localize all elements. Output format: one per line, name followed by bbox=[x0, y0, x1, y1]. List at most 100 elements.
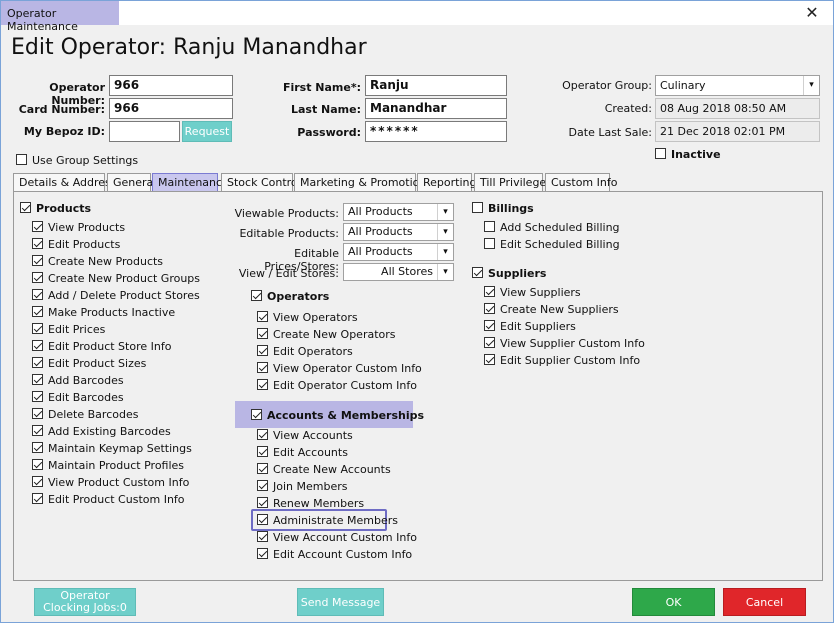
perm-edit-suppliers[interactable]: Edit Suppliers bbox=[484, 320, 576, 333]
operator-group-label: Operator Group: bbox=[562, 79, 652, 92]
first-name-field[interactable]: Ranju bbox=[365, 75, 507, 96]
perm-edit-operator-custom-info[interactable]: Edit Operator Custom Info bbox=[257, 379, 417, 392]
editable-products-select[interactable]: All Products ▾ bbox=[343, 223, 454, 241]
checkbox-checked-icon bbox=[20, 202, 31, 213]
perm-label: Create New Product Groups bbox=[48, 272, 201, 285]
tab-general[interactable]: General bbox=[107, 173, 156, 191]
viewable-products-select[interactable]: All Products ▾ bbox=[343, 203, 454, 221]
checkbox-checked-icon bbox=[257, 328, 268, 339]
perm-create-new-product-groups[interactable]: Create New Product Groups bbox=[32, 272, 200, 285]
perm-delete-barcodes[interactable]: Delete Barcodes bbox=[32, 408, 138, 421]
chevron-down-icon: ▾ bbox=[437, 224, 453, 240]
accounts-checkbox[interactable]: Accounts & Memberships bbox=[251, 409, 424, 422]
suppliers-checkbox[interactable]: Suppliers bbox=[472, 267, 546, 280]
perm-maintain-keymap-settings[interactable]: Maintain Keymap Settings bbox=[32, 442, 192, 455]
perm-label: Edit Product Sizes bbox=[48, 357, 147, 370]
operator-clocking-button[interactable]: Operator Clocking Jobs:0 bbox=[34, 588, 136, 616]
perm-label: Create New Operators bbox=[273, 328, 396, 341]
operator-number-field[interactable]: 966 bbox=[109, 75, 233, 96]
perm-view-operator-custom-info[interactable]: View Operator Custom Info bbox=[257, 362, 422, 375]
perm-edit-accounts[interactable]: Edit Accounts bbox=[257, 446, 348, 459]
checkbox-checked-icon bbox=[257, 362, 268, 373]
cancel-button[interactable]: Cancel bbox=[723, 588, 806, 616]
perm-view-suppliers[interactable]: View Suppliers bbox=[484, 286, 581, 299]
perm-label: Edit Product Store Info bbox=[48, 340, 172, 353]
created-value: 08 Aug 2018 08:50 AM bbox=[655, 98, 820, 119]
perm-edit-operators[interactable]: Edit Operators bbox=[257, 345, 353, 358]
tab-marketing-promotions[interactable]: Marketing & Promotions bbox=[294, 173, 432, 191]
operators-title: Operators bbox=[267, 290, 330, 303]
perm-label: Edit Prices bbox=[48, 323, 106, 336]
billings-checkbox[interactable]: Billings bbox=[472, 202, 534, 215]
send-message-button[interactable]: Send Message bbox=[297, 588, 384, 616]
tab-maintenance[interactable]: Maintenance bbox=[152, 173, 229, 192]
perm-edit-supplier-custom-info[interactable]: Edit Supplier Custom Info bbox=[484, 354, 640, 367]
perm-edit-barcodes[interactable]: Edit Barcodes bbox=[32, 391, 124, 404]
perm-label: Create New Products bbox=[48, 255, 164, 268]
perm-add-existing-barcodes[interactable]: Add Existing Barcodes bbox=[32, 425, 171, 438]
checkbox-checked-icon bbox=[32, 238, 43, 249]
checkbox-icon bbox=[484, 238, 495, 249]
card-number-field[interactable]: 966 bbox=[109, 98, 233, 119]
checkbox-checked-icon bbox=[32, 374, 43, 385]
ok-button[interactable]: OK bbox=[632, 588, 715, 616]
perm-create-new-operators[interactable]: Create New Operators bbox=[257, 328, 396, 341]
perm-label: View Product Custom Info bbox=[48, 476, 190, 489]
perm-view-operators[interactable]: View Operators bbox=[257, 311, 358, 324]
products-checkbox[interactable]: Products bbox=[20, 202, 91, 215]
perm-label: Maintain Product Profiles bbox=[48, 459, 185, 472]
last-name-field[interactable]: Manandhar bbox=[365, 98, 507, 119]
perm-label: View Operator Custom Info bbox=[273, 362, 422, 375]
perm-view-products[interactable]: View Products bbox=[32, 221, 125, 234]
checkbox-checked-icon bbox=[32, 459, 43, 470]
perm-edit-scheduled-billing[interactable]: Edit Scheduled Billing bbox=[484, 238, 620, 251]
password-field[interactable]: ****** bbox=[365, 121, 507, 142]
close-icon[interactable]: ✕ bbox=[801, 2, 823, 24]
perm-edit-product-store-info[interactable]: Edit Product Store Info bbox=[32, 340, 171, 353]
chevron-down-icon: ▾ bbox=[437, 264, 453, 280]
tab-details-address[interactable]: Details & Address bbox=[13, 173, 117, 191]
tab-till-privileges[interactable]: Till Privileges bbox=[474, 173, 552, 191]
bepoz-id-field[interactable] bbox=[109, 121, 180, 142]
checkbox-checked-icon bbox=[32, 442, 43, 453]
request-button[interactable]: Request bbox=[182, 121, 232, 142]
perm-edit-prices[interactable]: Edit Prices bbox=[32, 323, 105, 336]
perm-make-products-inactive[interactable]: Make Products Inactive bbox=[32, 306, 175, 319]
perm-join-members[interactable]: Join Members bbox=[257, 480, 347, 493]
use-group-settings-checkbox[interactable]: Use Group Settings bbox=[16, 154, 138, 167]
tab-custom-info[interactable]: Custom Info bbox=[545, 173, 617, 191]
perm-label: Edit Accounts bbox=[273, 446, 348, 459]
perm-view-accounts[interactable]: View Accounts bbox=[257, 429, 353, 442]
perm-label: Add / Delete Product Stores bbox=[48, 289, 200, 302]
tab-stock-control[interactable]: Stock Control bbox=[221, 173, 301, 191]
checkbox-checked-icon bbox=[257, 379, 268, 390]
inactive-checkbox[interactable]: Inactive bbox=[655, 148, 721, 161]
view-edit-stores-select[interactable]: All Stores ▾ bbox=[343, 263, 454, 281]
suppliers-title: Suppliers bbox=[488, 267, 547, 280]
perm-label: Edit Suppliers bbox=[500, 320, 576, 333]
perm-add-barcodes[interactable]: Add Barcodes bbox=[32, 374, 124, 387]
checkbox-checked-icon bbox=[32, 289, 43, 300]
perm-maintain-product-profiles[interactable]: Maintain Product Profiles bbox=[32, 459, 184, 472]
perm-add-scheduled-billing[interactable]: Add Scheduled Billing bbox=[484, 221, 620, 234]
perm-create-new-accounts[interactable]: Create New Accounts bbox=[257, 463, 391, 476]
perm-administrate-members[interactable]: Administrate Members bbox=[257, 514, 398, 527]
tab-reporting[interactable]: Reporting bbox=[417, 173, 476, 191]
checkbox-checked-icon bbox=[484, 337, 495, 348]
perm-edit-product-custom-info[interactable]: Edit Product Custom Info bbox=[32, 493, 185, 506]
perm-create-new-suppliers[interactable]: Create New Suppliers bbox=[484, 303, 619, 316]
operator-group-select[interactable]: Culinary ▾ bbox=[655, 75, 820, 96]
perm-edit-products[interactable]: Edit Products bbox=[32, 238, 120, 251]
last-name-label: Last Name: bbox=[290, 103, 361, 116]
operators-checkbox[interactable]: Operators bbox=[251, 290, 329, 303]
perm-view-account-custom-info[interactable]: View Account Custom Info bbox=[257, 531, 417, 544]
perm-edit-account-custom-info[interactable]: Edit Account Custom Info bbox=[257, 548, 412, 561]
perm-edit-product-sizes[interactable]: Edit Product Sizes bbox=[32, 357, 146, 370]
perm-view-product-custom-info[interactable]: View Product Custom Info bbox=[32, 476, 189, 489]
perm-view-supplier-custom-info[interactable]: View Supplier Custom Info bbox=[484, 337, 645, 350]
perm-create-new-products[interactable]: Create New Products bbox=[32, 255, 163, 268]
editable-prices-stores-select[interactable]: All Products ▾ bbox=[343, 243, 454, 261]
perm-add-delete-product-stores[interactable]: Add / Delete Product Stores bbox=[32, 289, 200, 302]
products-title: Products bbox=[36, 202, 92, 215]
perm-label: View Operators bbox=[273, 311, 358, 324]
